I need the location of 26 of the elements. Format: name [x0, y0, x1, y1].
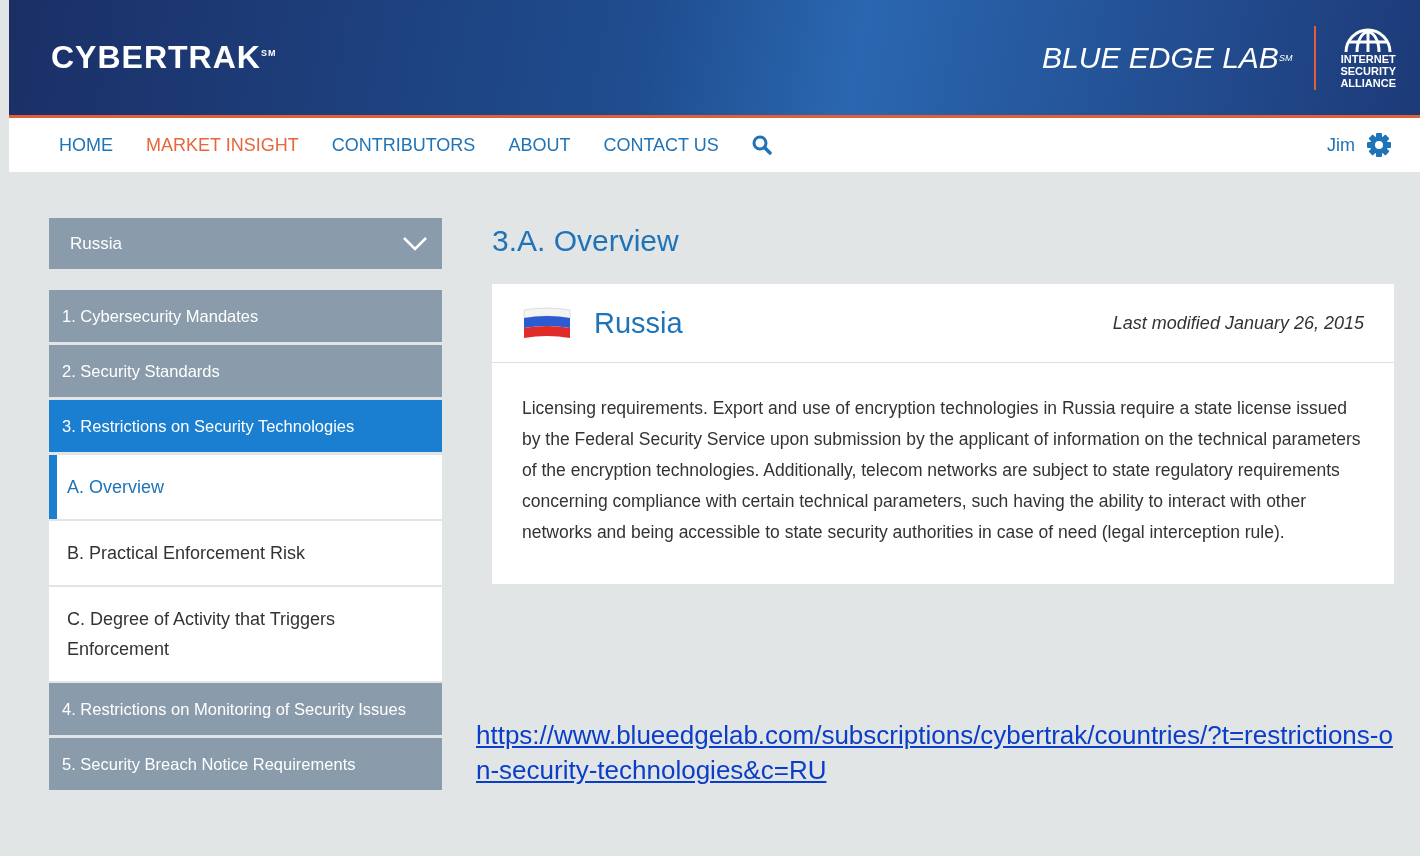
user-link[interactable]: Jim [1327, 134, 1355, 156]
section-link[interactable]: 2. Security Standards [49, 345, 442, 397]
chevron-down-icon [402, 235, 428, 252]
nav-link[interactable]: HOME [59, 134, 113, 156]
subsection-link[interactable]: C. Degree of Activity that Triggers Enforcement [49, 587, 442, 681]
search-icon[interactable] [751, 135, 772, 155]
section-link[interactable]: 3. Restrictions on Security Technologies [49, 400, 442, 452]
country-dropdown[interactable]: Russia [49, 218, 442, 269]
alliance-logo-text: INTERNET SECURITY ALLIANCE [1340, 52, 1396, 89]
nav-link[interactable]: ABOUT [508, 134, 571, 156]
subsection-link[interactable]: A. Overview [49, 455, 442, 519]
section-link[interactable]: 5. Security Breach Notice Requirements [49, 738, 442, 790]
overview-paragraph: Licensing requirements. Export and use of encryption technologies in Russia require a state license issued by the Federal Security Service upon submission by the applicant of information on the technical parameters of the encryption technologies. Additionally, telecom networks are subject to state regulatory requirements concerning compliance with certain technical parameters, such having the ability to interact with other networks and being accessible to state security authorities in case of need (legal interception rule). [521, 397, 1362, 544]
nav-link[interactable]: CONTRIBUTORS [331, 134, 476, 156]
country-name: Russia [594, 306, 683, 340]
nav-link[interactable]: CONTACT US [603, 134, 719, 156]
page-url-link[interactable]: https://www.blueedgelab.com/subscriptions/cybertrak/countries/?t=restrictions-on-security-technologies&c=RU [476, 718, 1396, 788]
nav-link[interactable]: MARKET INSIGHT [146, 134, 299, 156]
cybertrak-logo[interactable]: CYBERTRAK$^{SM}$ [51, 39, 277, 76]
lab-logo[interactable]: BLUE EDGE LAB$^{SM}$ [1042, 25, 1317, 90]
subsection-link[interactable]: B. Practical Enforcement Risk [49, 521, 442, 585]
section-link[interactable]: 1. Cybersecurity Mandates [49, 290, 442, 342]
globe-icon [1343, 26, 1394, 53]
page-heading: 3.A. Overview [492, 224, 680, 258]
section-link[interactable]: 4. Restrictions on Monitoring of Security Issues [49, 683, 442, 735]
last-modified-date: Last modified January 26, 2015 [1112, 312, 1364, 334]
